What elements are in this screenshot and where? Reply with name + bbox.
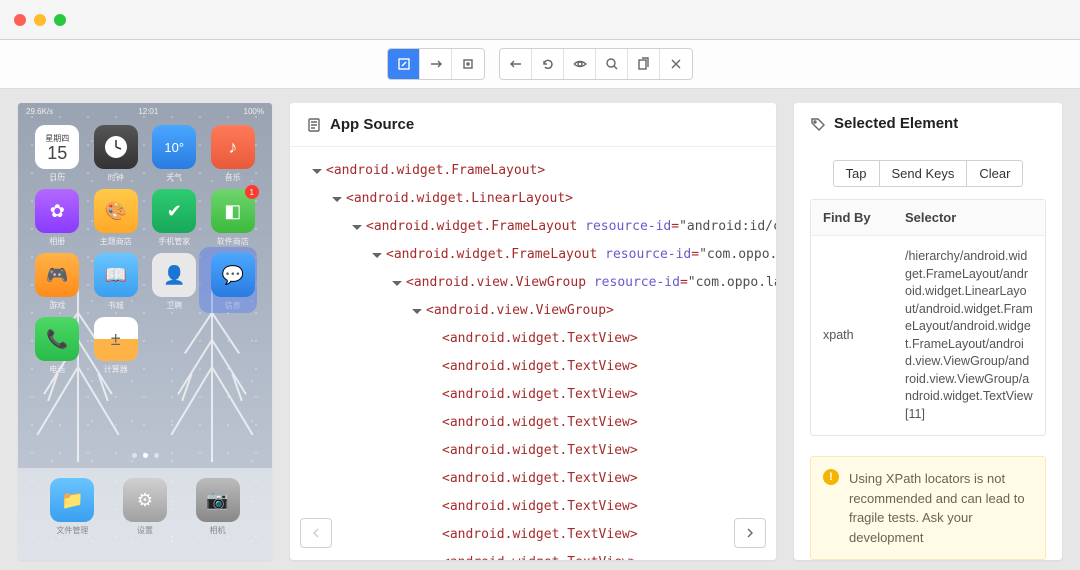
file-manager-app-icon[interactable]: 📁 (50, 478, 94, 522)
contacts-app-icon[interactable]: 👤 (152, 253, 196, 297)
calculator-app-icon[interactable]: ± (94, 317, 138, 361)
device-screenshot-panel[interactable]: 29.6K/s 12:01 100% 星期四15日历 时钟 10°天气 ♪音乐 … (18, 103, 272, 560)
app-store-app-icon[interactable]: 1◧ (211, 189, 255, 233)
source-next-button[interactable] (734, 518, 766, 548)
bookstore-app-icon[interactable]: 📖 (94, 253, 138, 297)
games-app-icon[interactable]: 🎮 (35, 253, 79, 297)
main-toolbar (0, 40, 1080, 89)
locator-row[interactable]: xpath /hierarchy/android.widget.FrameLay… (811, 235, 1045, 435)
locator-table: Find By Selector xpath /hierarchy/androi… (810, 199, 1046, 436)
copy-xml-button[interactable] (628, 49, 660, 79)
source-prev-button[interactable] (300, 518, 332, 548)
app-source-panel: App Source <android.widget.FrameLayout><… (290, 103, 776, 560)
theme-store-app-icon[interactable]: 🎨 (94, 189, 138, 233)
selected-actions: Tap Send Keys Clear (794, 144, 1062, 199)
refresh-button[interactable] (532, 49, 564, 79)
page-indicator (18, 453, 272, 458)
swipe-mode-button[interactable] (420, 49, 452, 79)
weather-app-icon[interactable]: 10° (152, 125, 196, 169)
tree-node[interactable]: <android.widget.TextView> (290, 325, 776, 353)
status-battery: 100% (244, 107, 264, 116)
select-mode-button[interactable] (388, 49, 420, 79)
messages-app-icon[interactable]: 💬 (211, 253, 255, 297)
close-window-button[interactable] (14, 14, 26, 26)
clear-button[interactable]: Clear (966, 160, 1023, 187)
tree-node[interactable]: <android.widget.FrameLayout> (290, 157, 776, 185)
tree-node[interactable]: <android.widget.TextView> (290, 437, 776, 465)
settings-app-icon[interactable]: ⚙ (123, 478, 167, 522)
findby-value: xpath (811, 236, 893, 435)
tree-node[interactable]: <android.widget.TextView> (290, 493, 776, 521)
send-keys-button[interactable]: Send Keys (879, 160, 968, 187)
search-button[interactable] (596, 49, 628, 79)
back-button[interactable] (500, 49, 532, 79)
gallery-app-icon[interactable]: ✿ (35, 189, 79, 233)
findby-header: Find By (811, 200, 893, 235)
selected-element-title: Selected Element (834, 115, 958, 132)
tree-node[interactable]: <android.widget.TextView> (290, 353, 776, 381)
tree-node[interactable]: <android.widget.TextView> (290, 549, 776, 560)
window-titlebar (0, 0, 1080, 40)
tree-node[interactable]: <android.widget.TextView> (290, 381, 776, 409)
status-network: 29.6K/s (26, 107, 53, 116)
quit-button[interactable] (660, 49, 692, 79)
warning-icon: ! (823, 469, 839, 485)
tree-node[interactable]: <android.widget.TextView> (290, 521, 776, 549)
eye-icon-button[interactable] (564, 49, 596, 79)
tag-icon (810, 116, 826, 132)
traffic-lights (14, 14, 66, 26)
tap-button[interactable]: Tap (833, 160, 880, 187)
music-app-icon[interactable]: ♪ (211, 125, 255, 169)
notification-badge: 1 (245, 185, 259, 199)
tree-node[interactable]: <android.widget.FrameLayout resource-id=… (290, 241, 776, 269)
zoom-window-button[interactable] (54, 14, 66, 26)
tree-node[interactable]: <android.view.ViewGroup> (290, 297, 776, 325)
status-time: 12:01 (138, 107, 158, 116)
tree-node[interactable]: <android.view.ViewGroup resource-id="com… (290, 269, 776, 297)
document-icon (306, 117, 322, 133)
mode-button-group (387, 48, 485, 80)
clock-app-icon[interactable] (94, 125, 138, 169)
tree-node[interactable]: <android.widget.LinearLayout> (290, 185, 776, 213)
selector-value: /hierarchy/android.widget.FrameLayout/an… (893, 236, 1045, 435)
phone-dock: 📁文件管理 ⚙设置 📷相机 (18, 468, 272, 560)
phone-app-icon[interactable]: 📞 (35, 317, 79, 361)
phone-app-grid: 星期四15日历 时钟 10°天气 ♪音乐 ✿相册 🎨主题商店 ✔手机管家 1◧软… (18, 125, 272, 375)
source-tree[interactable]: <android.widget.FrameLayout><android.wid… (290, 157, 776, 560)
tree-node[interactable]: <android.widget.TextView> (290, 465, 776, 493)
phone-manager-app-icon[interactable]: ✔ (152, 189, 196, 233)
tap-mode-button[interactable] (452, 49, 484, 79)
minimize-window-button[interactable] (34, 14, 46, 26)
xpath-warning: ! Using XPath locators is not recommende… (810, 456, 1046, 560)
phone-status-bar: 29.6K/s 12:01 100% (18, 103, 272, 119)
tree-node[interactable]: <android.widget.TextView> (290, 409, 776, 437)
app-source-title: App Source (330, 116, 414, 133)
tree-node[interactable]: <android.widget.FrameLayout resource-id=… (290, 213, 776, 241)
calendar-app-icon[interactable]: 星期四15 (35, 125, 79, 169)
warning-text: Using XPath locators is not recommended … (849, 471, 1025, 545)
selected-element-panel: Selected Element Tap Send Keys Clear Fin… (794, 103, 1062, 560)
camera-app-icon[interactable]: 📷 (196, 478, 240, 522)
action-button-group (499, 48, 693, 80)
selector-header: Selector (893, 200, 1045, 235)
